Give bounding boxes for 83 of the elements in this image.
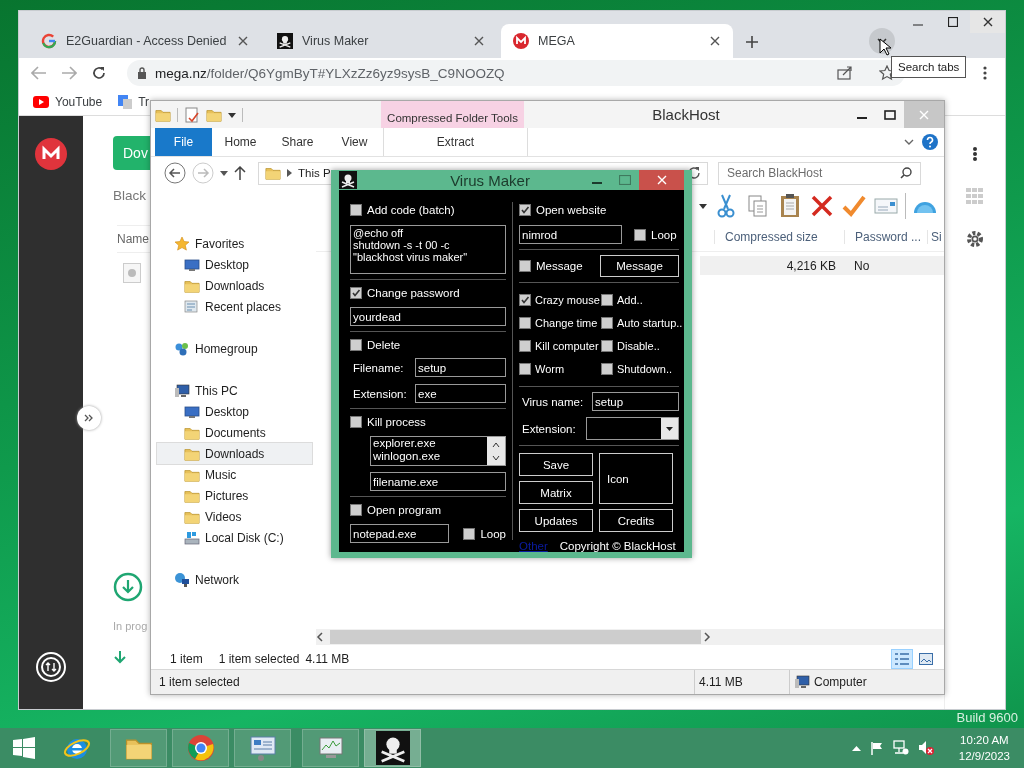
ribbon-tab[interactable]: Share bbox=[269, 128, 326, 156]
transfers-label: In prog bbox=[113, 620, 149, 632]
nav-item[interactable]: Desktop bbox=[157, 401, 316, 422]
checkbox-label: Loop bbox=[480, 527, 506, 540]
table-cell: No bbox=[854, 258, 870, 273]
list-item[interactable]: explorer.exe bbox=[373, 437, 487, 450]
save-button[interactable]: Save bbox=[519, 453, 593, 476]
checkbox-label: Change time bbox=[535, 317, 598, 329]
message-button[interactable]: Message bbox=[600, 255, 679, 277]
checkbox-label: Kill computer bbox=[535, 340, 599, 352]
ribbon-tab[interactable]: Home bbox=[212, 128, 269, 156]
list-item[interactable]: winlogon.exe bbox=[373, 450, 487, 463]
status-text: 1 item selected bbox=[159, 675, 240, 689]
column-header[interactable]: Compressed size bbox=[714, 230, 844, 244]
updates-button[interactable]: Updates bbox=[519, 509, 593, 532]
ribbon-tab[interactable]: View bbox=[326, 128, 383, 156]
nav-item[interactable]: Videos bbox=[157, 506, 316, 527]
build-label: Build 9600 bbox=[956, 710, 1018, 725]
checkbox-label: Open website bbox=[536, 204, 607, 216]
nav-item[interactable]: Downloads bbox=[157, 275, 316, 296]
bookmark-link[interactable]: YouTube bbox=[55, 94, 103, 109]
checkbox-label: Add code (batch) bbox=[367, 204, 455, 216]
checkbox-label: Add.. bbox=[617, 294, 643, 306]
field-label: Extension: bbox=[352, 387, 408, 400]
process-list[interactable]: explorer.exe winlogon.exe bbox=[370, 436, 506, 466]
status-location: Computer bbox=[814, 675, 867, 689]
search-field[interactable]: Search BlackHost bbox=[718, 161, 921, 185]
checkbox-label: Delete bbox=[367, 339, 401, 351]
window-title: Virus Maker bbox=[449, 171, 531, 189]
nav-item[interactable]: Pictures bbox=[157, 485, 316, 506]
text-field[interactable]: filename.exe bbox=[370, 472, 506, 491]
context-tab-header: Compressed Folder Tools bbox=[381, 101, 524, 128]
text-field[interactable]: nimrod bbox=[519, 225, 622, 244]
nav-item[interactable]: Downloads bbox=[157, 443, 312, 464]
field-label: Virus name: bbox=[521, 395, 585, 408]
text-field[interactable]: exe bbox=[415, 384, 506, 403]
nav-item[interactable]: This PC bbox=[157, 380, 316, 401]
selection-size: 4.11 MB bbox=[305, 652, 350, 666]
browser-tab[interactable]: MEGA bbox=[501, 24, 733, 58]
field-label: Filename: bbox=[352, 361, 405, 374]
column-header[interactable]: Si bbox=[927, 230, 944, 244]
icon-button[interactable]: Icon bbox=[599, 453, 673, 504]
folder-name: Black bbox=[113, 188, 147, 203]
matrix-button[interactable]: Matrix bbox=[519, 481, 593, 504]
checkbox-label: Change password bbox=[367, 287, 460, 299]
table-cell: 4,216 KB bbox=[786, 258, 836, 273]
browser-tab[interactable]: E2Guardian - Access Denied bbox=[29, 24, 261, 58]
checkbox-label: Crazy mouse bbox=[535, 294, 600, 306]
column-header[interactable]: Password ... bbox=[844, 230, 927, 244]
status-size: 4.11 MB bbox=[699, 675, 743, 689]
clock[interactable]: 10:20 AM 12/9/2023 bbox=[958, 732, 1010, 764]
file-row[interactable]: 4,216 KB No bbox=[700, 256, 944, 275]
checkbox-label: Shutdown.. bbox=[617, 363, 673, 375]
bookmark-link[interactable]: Tr bbox=[138, 94, 150, 109]
text-field[interactable]: notepad.exe bbox=[350, 524, 450, 543]
context-ribbon-tab[interactable]: Extract bbox=[383, 128, 528, 156]
credits-button[interactable]: Credits bbox=[599, 509, 673, 532]
selection-info: 1 item selected bbox=[218, 652, 300, 666]
text-field[interactable]: setup bbox=[415, 358, 506, 377]
checkbox-label: Auto startup.. bbox=[617, 317, 683, 329]
checkbox-label: Loop bbox=[651, 228, 677, 241]
code-field[interactable]: @echo off shutdown -s -t 00 -c "blackhost virus maker" bbox=[350, 225, 506, 274]
item-count: 1 item bbox=[170, 652, 203, 666]
checkbox-label: Open program bbox=[367, 504, 442, 516]
window-title: BlackHost bbox=[651, 105, 721, 125]
checkbox-label: Kill process bbox=[367, 416, 426, 428]
file-tab[interactable]: File bbox=[155, 128, 212, 156]
field-label: Extension: bbox=[521, 422, 577, 435]
nav-item[interactable]: Music bbox=[157, 464, 316, 485]
checkbox-label: Message bbox=[536, 260, 583, 272]
browser-tab[interactable]: Virus Maker bbox=[265, 24, 497, 58]
nav-item[interactable]: Local Disk (C:) bbox=[157, 527, 316, 548]
text-field[interactable]: yourdead bbox=[350, 307, 506, 326]
tooltip: Search tabs bbox=[891, 56, 967, 78]
checkbox-label: Disable.. bbox=[617, 340, 660, 352]
copyright: Copyright © BlackHost bbox=[559, 540, 676, 552]
text-field[interactable]: setup bbox=[592, 392, 679, 411]
nav-item[interactable]: Desktop bbox=[157, 254, 316, 275]
nav-item[interactable]: Recent places bbox=[157, 296, 316, 317]
nav-item[interactable]: Homegroup bbox=[157, 338, 316, 359]
checkbox-label: Worm bbox=[535, 363, 565, 375]
nav-item[interactable]: Documents bbox=[157, 422, 316, 443]
nav-item[interactable]: Network bbox=[157, 569, 316, 590]
